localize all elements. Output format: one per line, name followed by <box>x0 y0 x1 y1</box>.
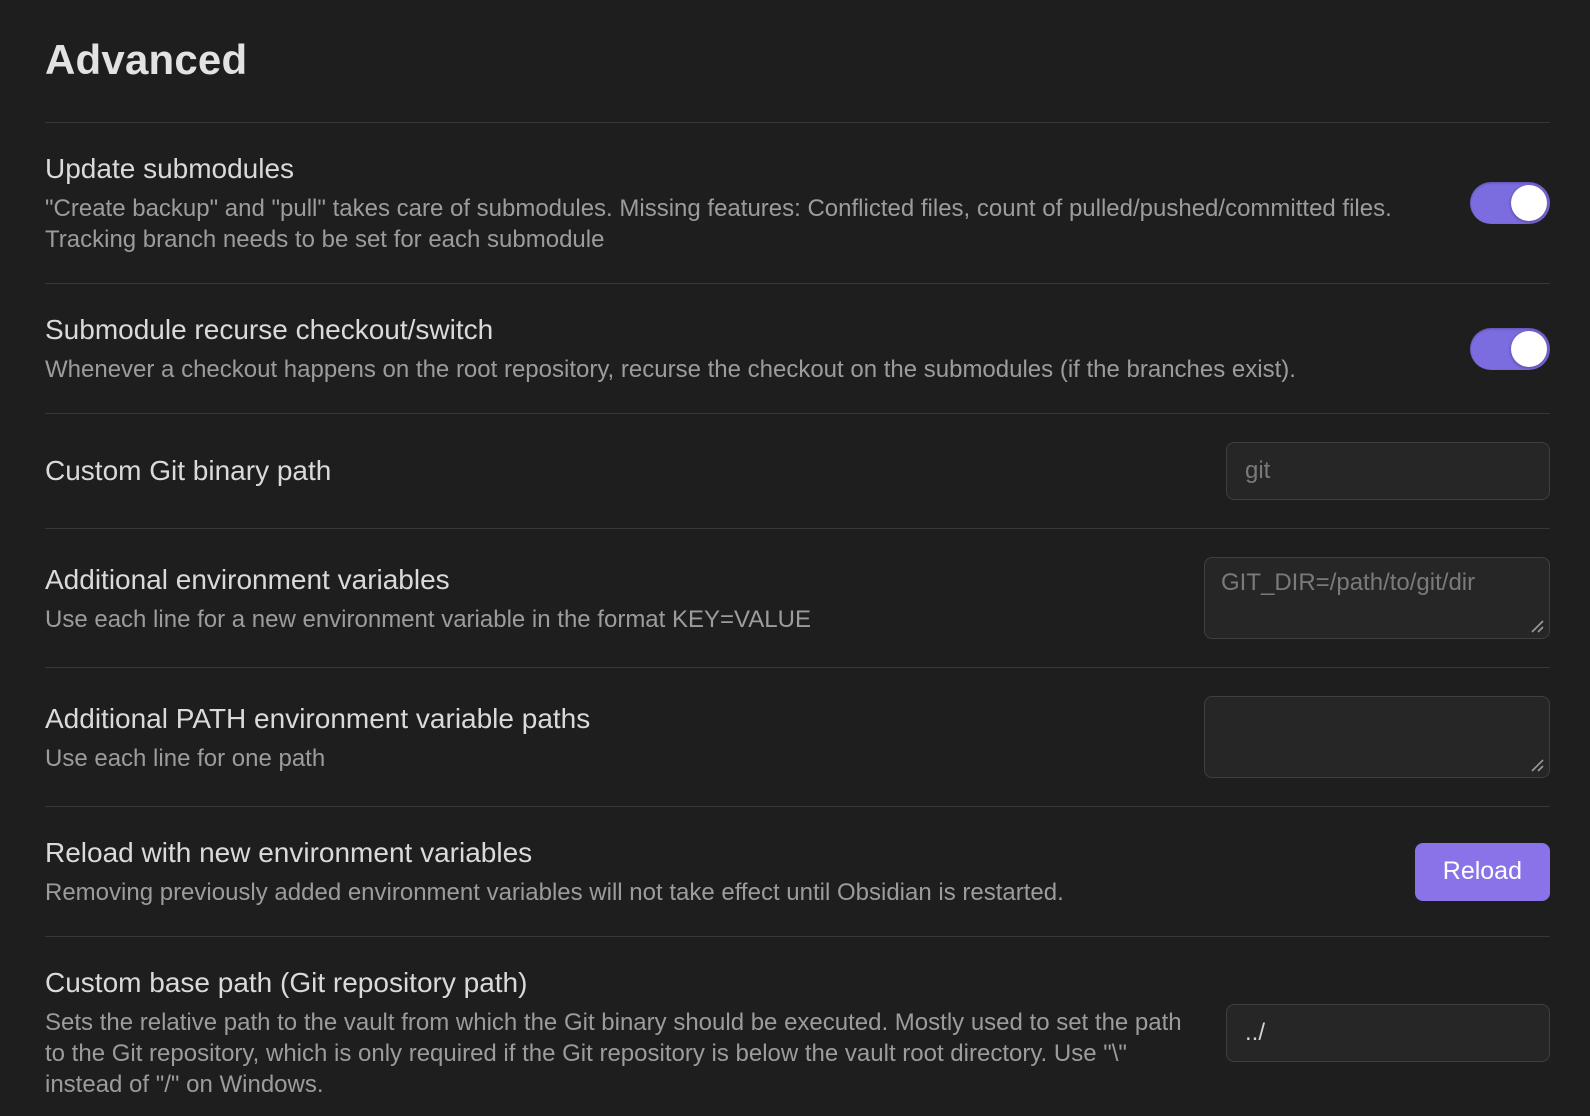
setting-name: Submodule recurse checkout/switch <box>45 312 1428 348</box>
setting-description: Whenever a checkout happens on the root … <box>45 354 1428 385</box>
setting-path-env-variables: Additional PATH environment variable pat… <box>45 667 1550 806</box>
setting-submodule-recurse: Submodule recurse checkout/switch Whenev… <box>45 283 1550 413</box>
git-binary-path-input[interactable] <box>1226 442 1550 500</box>
setting-name: Additional PATH environment variable pat… <box>45 701 1162 737</box>
update-submodules-toggle[interactable] <box>1470 182 1550 224</box>
setting-description: "Create backup" and "pull" takes care of… <box>45 193 1428 255</box>
setting-git-binary-path: Custom Git binary path <box>45 413 1550 528</box>
submodule-recurse-toggle[interactable] <box>1470 328 1550 370</box>
reload-button[interactable]: Reload <box>1415 843 1550 901</box>
toggle-knob <box>1511 185 1547 221</box>
path-env-variables-textarea[interactable] <box>1204 696 1550 778</box>
setting-name: Custom Git binary path <box>45 453 1184 489</box>
setting-custom-base-path: Custom base path (Git repository path) S… <box>45 936 1550 1116</box>
page-title: Advanced <box>45 34 1550 86</box>
setting-name: Update submodules <box>45 151 1428 187</box>
env-variables-textarea[interactable] <box>1204 557 1550 639</box>
setting-name: Custom base path (Git repository path) <box>45 965 1184 1001</box>
setting-description: Sets the relative path to the vault from… <box>45 1007 1184 1100</box>
setting-name: Reload with new environment variables <box>45 835 1373 871</box>
base-path-input[interactable] <box>1226 1004 1550 1062</box>
setting-env-variables: Additional environment variables Use eac… <box>45 528 1550 667</box>
setting-reload-env: Reload with new environment variables Re… <box>45 806 1550 936</box>
toggle-knob <box>1511 331 1547 367</box>
setting-description: Use each line for one path <box>45 743 1162 774</box>
setting-name: Additional environment variables <box>45 562 1162 598</box>
setting-description: Removing previously added environment va… <box>45 877 1373 908</box>
setting-update-submodules: Update submodules "Create backup" and "p… <box>45 122 1550 283</box>
setting-description: Use each line for a new environment vari… <box>45 604 1162 635</box>
settings-list: Update submodules "Create backup" and "p… <box>45 122 1550 1116</box>
